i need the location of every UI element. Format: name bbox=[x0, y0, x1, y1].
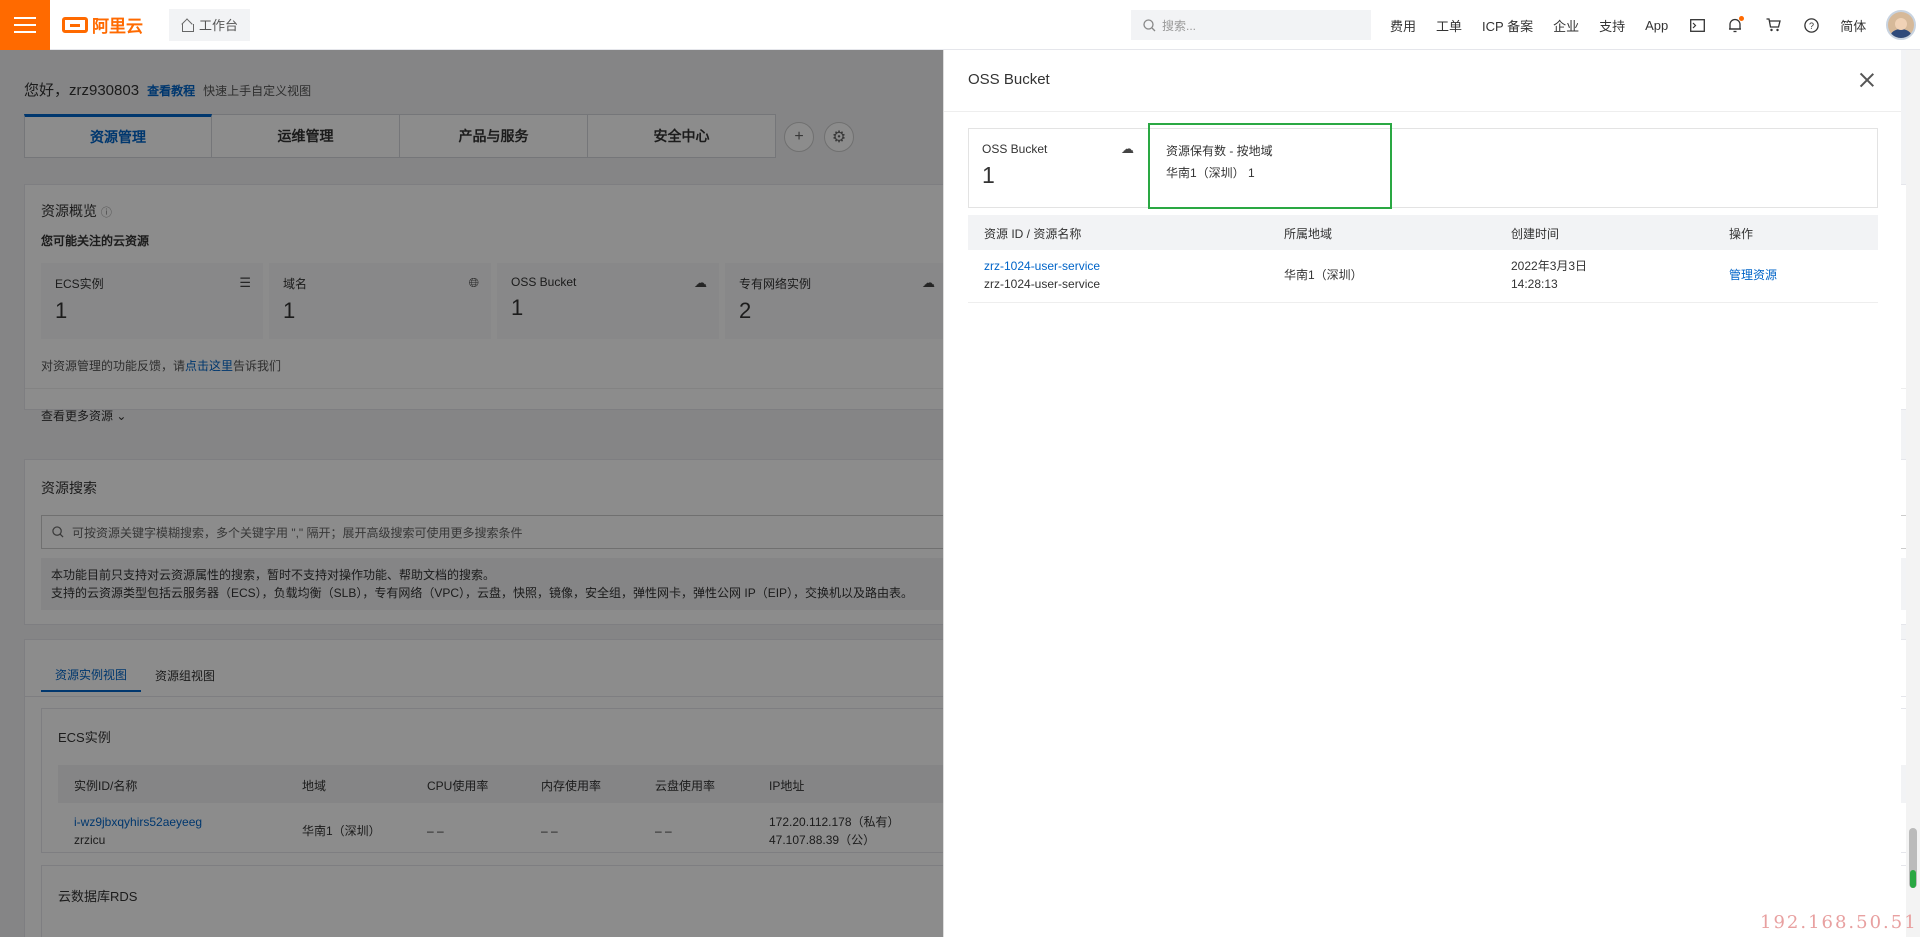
nav-link-support[interactable]: 支持 bbox=[1599, 16, 1625, 35]
search-placeholder: 搜索... bbox=[1162, 18, 1197, 33]
stat-summary-box: OSS Bucket 1 ☁ bbox=[968, 128, 1878, 208]
col-created: 创建时间 bbox=[1511, 227, 1560, 241]
cloud-upload-icon: ☁ bbox=[1121, 141, 1134, 156]
ip-watermark: 192.168.50.51 bbox=[1760, 912, 1918, 933]
drawer-title: OSS Bucket bbox=[968, 71, 1050, 88]
help-icon[interactable]: ? bbox=[1802, 16, 1820, 34]
hamburger-menu-icon[interactable] bbox=[0, 0, 50, 50]
nav-link-icp[interactable]: ICP 备案 bbox=[1482, 16, 1533, 35]
table-row: zrz-1024-user-service zrz-1024-user-serv… bbox=[968, 250, 1878, 303]
modal-backdrop[interactable] bbox=[0, 50, 943, 937]
drawer-header: OSS Bucket bbox=[944, 50, 1901, 112]
bucket-created-date: 2022年3月3日 bbox=[1511, 259, 1588, 273]
region-count-highlight: 资源保有数 - 按地域 华南1（深圳） 1 bbox=[1148, 123, 1392, 209]
terminal-icon[interactable] bbox=[1688, 16, 1706, 34]
manage-resource-link[interactable]: 管理资源 bbox=[1729, 266, 1777, 284]
nav-link-tickets[interactable]: 工单 bbox=[1436, 16, 1462, 35]
page-scrollbar[interactable] bbox=[1906, 50, 1920, 937]
svg-text:?: ? bbox=[1809, 21, 1814, 31]
oss-bucket-drawer: OSS Bucket OSS Bucket 1 ☁ 资源保有数 - 按地域 华南… bbox=[943, 50, 1901, 937]
top-navigation-bar: 阿里云 工作台 搜索... 费用 工单 ICP 备案 企业 支持 App ? 简… bbox=[0, 0, 1920, 50]
col-resource-id: 资源 ID / 资源名称 bbox=[984, 227, 1082, 241]
stat-label: OSS Bucket bbox=[982, 142, 1048, 156]
bucket-table: 资源 ID / 资源名称 所属地域 创建时间 操作 zrz-1024-user-… bbox=[968, 215, 1878, 303]
region-count-value: 华南1（深圳） 1 bbox=[1166, 166, 1255, 180]
top-search-input[interactable]: 搜索... bbox=[1131, 10, 1371, 40]
home-icon bbox=[181, 19, 194, 32]
aliyun-logo-mark bbox=[62, 16, 88, 33]
user-avatar[interactable] bbox=[1886, 10, 1917, 40]
cart-icon[interactable] bbox=[1764, 16, 1782, 34]
nav-link-billing[interactable]: 费用 bbox=[1390, 16, 1416, 35]
col-region: 所属地域 bbox=[1284, 227, 1333, 241]
language-switch[interactable]: 简体 bbox=[1840, 16, 1866, 35]
workbench-label: 工作台 bbox=[199, 18, 239, 33]
stat-count: 1 bbox=[982, 162, 995, 188]
nav-link-app[interactable]: App bbox=[1645, 18, 1668, 33]
region-count-label: 资源保有数 - 按地域 bbox=[1166, 144, 1273, 158]
bucket-name: zrz-1024-user-service bbox=[984, 277, 1101, 291]
notification-dot bbox=[1739, 16, 1745, 21]
scrollbar-indicator bbox=[1910, 870, 1916, 888]
close-icon[interactable] bbox=[1857, 70, 1877, 90]
bucket-table-header: 资源 ID / 资源名称 所属地域 创建时间 操作 bbox=[968, 215, 1878, 250]
bucket-id-link[interactable]: zrz-1024-user-service bbox=[984, 257, 1100, 275]
workbench-button[interactable]: 工作台 bbox=[169, 8, 251, 41]
top-right-links: 费用 工单 ICP 备案 企业 支持 App ? 简体 bbox=[1390, 0, 1917, 50]
bucket-created-time: 14:28:13 bbox=[1511, 277, 1558, 291]
bucket-region: 华南1（深圳） bbox=[1284, 268, 1363, 282]
col-action: 操作 bbox=[1729, 227, 1754, 241]
brand-name: 阿里云 bbox=[92, 17, 143, 36]
bell-icon[interactable] bbox=[1726, 16, 1745, 34]
nav-link-enterprise[interactable]: 企业 bbox=[1553, 16, 1579, 35]
stat-total: OSS Bucket 1 bbox=[982, 142, 1047, 189]
search-icon bbox=[1143, 18, 1156, 31]
aliyun-logo[interactable]: 阿里云 bbox=[62, 12, 143, 37]
